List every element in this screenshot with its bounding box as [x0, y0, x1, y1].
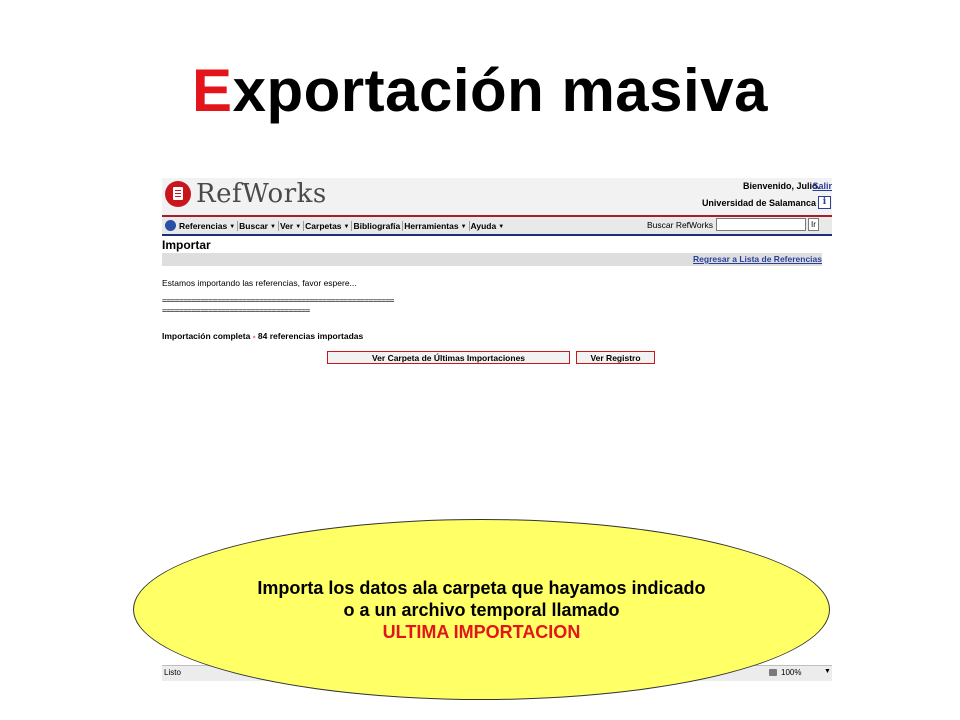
menu-buscar[interactable]: Buscar ▼: [238, 220, 279, 231]
search-input[interactable]: [716, 218, 806, 231]
page-title: Importar: [162, 238, 211, 252]
logout-link[interactable]: Salir: [812, 181, 832, 191]
app-header: RefWorks Bienvenido, Julio. Salir Univer…: [162, 178, 832, 216]
complete-dash: -: [250, 331, 258, 341]
caret-down-icon: ▼: [229, 223, 236, 230]
menu-label: Ayuda: [470, 220, 497, 231]
callout-ellipse: Importa los datos ala carpeta que hayamo…: [133, 519, 830, 700]
callout-line-2: o a un archivo temporal llamado: [343, 599, 620, 620]
menu-ayuda[interactable]: Ayuda ▼: [470, 221, 507, 231]
back-to-references-link[interactable]: Regresar a Lista de Referencias: [693, 254, 822, 264]
complete-count: 84 referencias importadas: [257, 331, 364, 341]
progress-separator: ===================================: [162, 306, 310, 315]
app-logo-text: RefWorks: [196, 179, 327, 209]
menu-referencias[interactable]: Referencias ▼: [178, 220, 239, 231]
zoom-level[interactable]: 100%: [781, 668, 801, 677]
view-log-button[interactable]: Ver Registro: [576, 351, 655, 364]
caret-down-icon: ▼: [498, 223, 505, 230]
callout-line-1: Importa los datos ala carpeta que hayamo…: [257, 577, 706, 598]
back-bar: Regresar a Lista de Referencias: [162, 253, 822, 266]
search-go-button[interactable]: Ir: [808, 218, 819, 231]
menu-label: Buscar: [239, 220, 268, 231]
slide-title-rest: xportación masiva: [232, 57, 768, 124]
institution-name: Universidad de Salamanca: [701, 198, 816, 208]
menu-bibliografia[interactable]: Bibliografía: [352, 220, 404, 231]
menu-label: Referencias: [179, 220, 228, 231]
callout-highlight: ULTIMA IMPORTACION: [382, 621, 581, 642]
security-icon: [769, 669, 777, 676]
caret-down-icon: ▼: [269, 223, 276, 230]
slide-title-first-letter: E: [192, 57, 233, 124]
import-progress-message: Estamos importando las referencias, favo…: [162, 278, 357, 288]
welcome-text: Bienvenido, Julio.: [742, 181, 820, 191]
menu-label: Bibliografía: [353, 220, 401, 231]
info-icon[interactable]: i: [818, 196, 831, 209]
view-last-imports-folder-button[interactable]: Ver Carpeta de Últimas Importaciones: [327, 351, 570, 364]
caret-down-icon: ▼: [295, 223, 302, 230]
menu-bar: Referencias ▼ Buscar ▼ Ver ▼ Carpetas ▼ Bibl…: [162, 215, 832, 236]
refworks-logo-icon: [165, 181, 191, 207]
caret-down-icon[interactable]: ▼: [824, 668, 831, 675]
status-text: Listo: [164, 668, 181, 677]
search-label: Buscar RefWorks: [647, 220, 713, 230]
slide-title: Exportación masiva: [0, 56, 960, 125]
complete-label: Importación completa: [162, 331, 251, 341]
progress-separator: ========================================…: [162, 296, 395, 305]
menu-ver[interactable]: Ver ▼: [279, 220, 305, 231]
import-complete-message: Importación completa - 84 referencias im…: [162, 331, 363, 341]
main-menu: Referencias ▼ Buscar ▼ Ver ▼ Carpetas ▼ Bibl…: [178, 217, 506, 234]
globe-icon: [165, 220, 176, 231]
caret-down-icon: ▼: [343, 223, 350, 230]
menu-label: Ver: [279, 220, 294, 231]
menu-herramientas[interactable]: Herramientas ▼: [403, 220, 470, 231]
caret-down-icon: ▼: [460, 223, 467, 230]
menu-carpetas[interactable]: Carpetas ▼: [304, 220, 353, 231]
menu-label: Carpetas: [305, 220, 342, 231]
menu-label: Herramientas: [404, 220, 459, 231]
